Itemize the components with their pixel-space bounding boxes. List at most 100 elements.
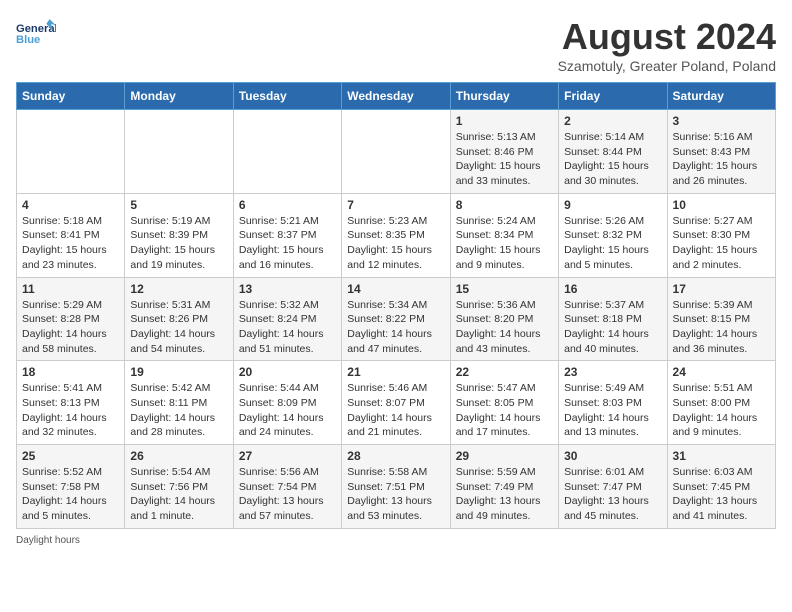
calendar-cell: 13Sunrise: 5:32 AMSunset: 8:24 PMDayligh… <box>233 277 341 361</box>
day-number: 16 <box>564 282 661 296</box>
day-number: 31 <box>673 449 770 463</box>
title-area: August 2024 Szamotuly, Greater Poland, P… <box>558 16 776 74</box>
calendar-week-row: 1Sunrise: 5:13 AMSunset: 8:46 PMDaylight… <box>17 110 776 194</box>
day-number: 9 <box>564 198 661 212</box>
day-number: 23 <box>564 365 661 379</box>
day-info: Sunrise: 5:37 AMSunset: 8:18 PMDaylight:… <box>564 298 661 357</box>
month-title: August 2024 <box>558 16 776 58</box>
day-number: 4 <box>22 198 119 212</box>
calendar-cell: 12 Sunrise: 5:31 AMSunset: 8:26 PMDayligh… <box>125 277 233 361</box>
day-number: 2 <box>564 114 661 128</box>
day-number: 29 <box>456 449 553 463</box>
day-info: Sunrise: 5:23 AMSunset: 8:35 PMDaylight:… <box>347 214 444 273</box>
day-number: 7 <box>347 198 444 212</box>
calendar-cell: 22 Sunrise: 5:47 AMSunset: 8:05 PMDayligh… <box>450 361 558 445</box>
day-number: 30 <box>564 449 661 463</box>
day-info: Sunrise: 5:42 AMSunset: 8:11 PMDaylight:… <box>130 381 227 440</box>
weekday-header-friday: Friday <box>559 83 667 110</box>
calendar-cell: 14 Sunrise: 5:34 AMSunset: 8:22 PMDayligh… <box>342 277 450 361</box>
day-info: Sunrise: 5:26 AMSunset: 8:32 PMDaylight:… <box>564 214 661 273</box>
calendar-cell <box>125 110 233 194</box>
day-info: Sunrise: 5:29 AMSunset: 8:28 PMDaylight:… <box>22 298 119 357</box>
day-info: Sunrise: 5:47 AMSunset: 8:05 PMDaylight:… <box>456 381 553 440</box>
calendar-week-row: 18 Sunrise: 5:41 AMSunset: 8:13 PMDayligh… <box>17 361 776 445</box>
calendar-cell: 10 Sunrise: 5:27 AMSunset: 8:30 PMDayligh… <box>667 193 775 277</box>
calendar-cell: 24Sunrise: 5:51 AMSunset: 8:00 PMDayligh… <box>667 361 775 445</box>
day-info: Sunrise: 5:21 AMSunset: 8:37 PMDaylight:… <box>239 214 336 273</box>
calendar-week-row: 4 Sunrise: 5:18 AMSunset: 8:41 PMDaylight… <box>17 193 776 277</box>
header: General Blue August 2024 Szamotuly, Grea… <box>16 16 776 74</box>
weekday-header-row: SundayMondayTuesdayWednesdayThursdayFrid… <box>17 83 776 110</box>
calendar-cell: 1Sunrise: 5:13 AMSunset: 8:46 PMDaylight… <box>450 110 558 194</box>
location-title: Szamotuly, Greater Poland, Poland <box>558 58 776 74</box>
day-number: 14 <box>347 282 444 296</box>
day-info: Sunrise: 5:18 AMSunset: 8:41 PMDaylight:… <box>22 214 119 273</box>
day-info: Sunrise: 5:52 AMSunset: 7:58 PMDaylight:… <box>22 465 119 524</box>
day-number: 26 <box>130 449 227 463</box>
day-info: Sunrise: 5:32 AMSunset: 8:24 PMDaylight:… <box>239 298 336 357</box>
day-info: Sunrise: 5:16 AMSunset: 8:43 PMDaylight:… <box>673 130 770 189</box>
day-number: 11 <box>22 282 119 296</box>
day-info: Sunrise: 5:54 AMSunset: 7:56 PMDaylight:… <box>130 465 227 524</box>
day-number: 22 <box>456 365 553 379</box>
calendar-cell <box>17 110 125 194</box>
calendar-week-row: 25 Sunrise: 5:52 AMSunset: 7:58 PMDayligh… <box>17 445 776 529</box>
calendar-cell: 4 Sunrise: 5:18 AMSunset: 8:41 PMDaylight… <box>17 193 125 277</box>
calendar-cell <box>233 110 341 194</box>
day-info: Sunrise: 5:14 AMSunset: 8:44 PMDaylight:… <box>564 130 661 189</box>
day-info: Sunrise: 5:34 AMSunset: 8:22 PMDaylight:… <box>347 298 444 357</box>
day-info: Sunrise: 5:59 AMSunset: 7:49 PMDaylight:… <box>456 465 553 524</box>
day-info: Sunrise: 5:36 AMSunset: 8:20 PMDaylight:… <box>456 298 553 357</box>
day-number: 12 <box>130 282 227 296</box>
calendar-cell: 26 Sunrise: 5:54 AMSunset: 7:56 PMDayligh… <box>125 445 233 529</box>
calendar-cell: 6 Sunrise: 5:21 AMSunset: 8:37 PMDaylight… <box>233 193 341 277</box>
calendar-cell: 7 Sunrise: 5:23 AMSunset: 8:35 PMDaylight… <box>342 193 450 277</box>
calendar-cell: 15Sunrise: 5:36 AMSunset: 8:20 PMDayligh… <box>450 277 558 361</box>
day-number: 5 <box>130 198 227 212</box>
calendar-cell: 19 Sunrise: 5:42 AMSunset: 8:11 PMDayligh… <box>125 361 233 445</box>
weekday-header-monday: Monday <box>125 83 233 110</box>
calendar-cell: 21 Sunrise: 5:46 AMSunset: 8:07 PMDayligh… <box>342 361 450 445</box>
calendar-cell: 16 Sunrise: 5:37 AMSunset: 8:18 PMDayligh… <box>559 277 667 361</box>
calendar-cell: 2 Sunrise: 5:14 AMSunset: 8:44 PMDaylight… <box>559 110 667 194</box>
calendar-cell: 11 Sunrise: 5:29 AMSunset: 8:28 PMDayligh… <box>17 277 125 361</box>
day-number: 10 <box>673 198 770 212</box>
day-info: Sunrise: 5:49 AMSunset: 8:03 PMDaylight:… <box>564 381 661 440</box>
calendar-cell: 5 Sunrise: 5:19 AMSunset: 8:39 PMDaylight… <box>125 193 233 277</box>
day-info: Sunrise: 6:03 AMSunset: 7:45 PMDaylight:… <box>673 465 770 524</box>
day-number: 1 <box>456 114 553 128</box>
day-info: Sunrise: 5:44 AMSunset: 8:09 PMDaylight:… <box>239 381 336 440</box>
day-info: Sunrise: 5:41 AMSunset: 8:13 PMDaylight:… <box>22 381 119 440</box>
day-number: 3 <box>673 114 770 128</box>
calendar-cell: 3 Sunrise: 5:16 AMSunset: 8:43 PMDaylight… <box>667 110 775 194</box>
weekday-header-tuesday: Tuesday <box>233 83 341 110</box>
calendar-week-row: 11 Sunrise: 5:29 AMSunset: 8:28 PMDayligh… <box>17 277 776 361</box>
weekday-header-wednesday: Wednesday <box>342 83 450 110</box>
calendar-cell: 20 Sunrise: 5:44 AMSunset: 8:09 PMDayligh… <box>233 361 341 445</box>
calendar-cell: 28Sunrise: 5:58 AMSunset: 7:51 PMDayligh… <box>342 445 450 529</box>
calendar-cell <box>342 110 450 194</box>
day-info: Sunrise: 5:27 AMSunset: 8:30 PMDaylight:… <box>673 214 770 273</box>
day-number: 8 <box>456 198 553 212</box>
day-info: Sunrise: 5:31 AMSunset: 8:26 PMDaylight:… <box>130 298 227 357</box>
day-number: 21 <box>347 365 444 379</box>
day-info: Sunrise: 5:19 AMSunset: 8:39 PMDaylight:… <box>130 214 227 273</box>
calendar-table: SundayMondayTuesdayWednesdayThursdayFrid… <box>16 82 776 529</box>
calendar-cell: 17Sunrise: 5:39 AMSunset: 8:15 PMDayligh… <box>667 277 775 361</box>
day-number: 19 <box>130 365 227 379</box>
calendar-cell: 9 Sunrise: 5:26 AMSunset: 8:32 PMDaylight… <box>559 193 667 277</box>
day-number: 25 <box>22 449 119 463</box>
day-info: Sunrise: 6:01 AMSunset: 7:47 PMDaylight:… <box>564 465 661 524</box>
day-info: Sunrise: 5:39 AMSunset: 8:15 PMDaylight:… <box>673 298 770 357</box>
day-number: 28 <box>347 449 444 463</box>
svg-text:Blue: Blue <box>16 34 40 46</box>
calendar-cell: 18 Sunrise: 5:41 AMSunset: 8:13 PMDayligh… <box>17 361 125 445</box>
calendar-cell: 25 Sunrise: 5:52 AMSunset: 7:58 PMDayligh… <box>17 445 125 529</box>
day-number: 18 <box>22 365 119 379</box>
day-number: 20 <box>239 365 336 379</box>
weekday-header-saturday: Saturday <box>667 83 775 110</box>
day-info: Sunrise: 5:46 AMSunset: 8:07 PMDaylight:… <box>347 381 444 440</box>
day-number: 6 <box>239 198 336 212</box>
day-number: 24 <box>673 365 770 379</box>
footer-note: Daylight hours <box>16 535 776 546</box>
